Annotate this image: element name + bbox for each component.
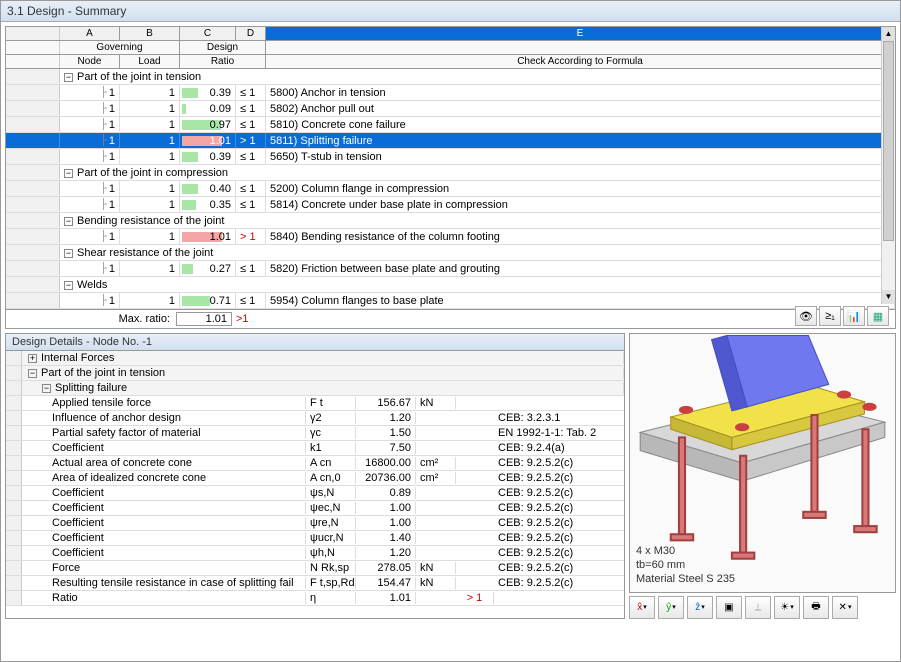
group-header-row: Governing Design [6,41,895,55]
col-c[interactable]: C [180,27,236,40]
details-row[interactable]: Area of idealized concrete coneA cn,0207… [6,471,624,486]
section-header[interactable]: −Welds [6,277,895,293]
details-row[interactable]: ForceN Rk,sp278.05kNCEB: 9.2.5.2(c) [6,561,624,576]
column-letter-header: A B C D E [6,27,895,41]
axis-x-icon[interactable]: x̂▾ [629,596,655,619]
sub-ratio: Ratio [180,55,266,68]
details-row[interactable]: Coefficientψs,N0.89CEB: 9.2.5.2(c) [6,486,624,501]
export-icon[interactable]: ▦ [867,306,889,326]
section-header[interactable]: −Shear resistance of the joint [6,245,895,261]
viewer-thickness: tb=60 mm [636,558,735,572]
section-header[interactable]: −Part of the joint in tension [6,69,895,85]
details-row[interactable]: Coefficientk17.50CEB: 9.2.4(a) [6,441,624,456]
iso-view-icon[interactable]: ▣ [716,596,742,619]
details-subgroup[interactable]: −Splitting failure [6,381,624,396]
data-row[interactable]: ├110.40≤ 15200) Column flange in compres… [6,181,895,197]
max-ratio-label: Max. ratio: [106,313,176,325]
viewer-3d[interactable]: 4 x M30 tb=60 mm Material Steel S 235 [629,333,896,593]
data-row[interactable]: ├110.27≤ 15820) Friction between base pl… [6,261,895,277]
group-formula-spacer [266,41,895,54]
max-ratio-row: Max. ratio: 1.01 >1 👁 ≥₁ 📊 ▦ [6,309,895,328]
data-row[interactable]: ├111.01> 15840) Bending resistance of th… [6,229,895,245]
details-group[interactable]: +Internal Forces [6,351,624,366]
sub-node: Node [60,55,120,68]
viewer-material: Material Steel S 235 [636,572,735,586]
section-header[interactable]: −Part of the joint in compression [6,165,895,181]
details-row[interactable]: Resulting tensile resistance in case of … [6,576,624,591]
sub-header-row: Node Load Ratio Check According to Formu… [6,55,895,69]
details-title: Design Details - Node No. -1 [6,334,624,351]
print-icon[interactable]: 🖶 [803,596,829,619]
scroll-down-icon[interactable]: ▼ [882,290,895,304]
data-row[interactable]: ├110.39≤ 15800) Anchor in tension [6,85,895,101]
details-row[interactable]: Partial safety factor of materialγc1.50E… [6,426,624,441]
group-design: Design [180,41,266,54]
details-row[interactable]: Ratioη1.01> 1 [6,591,624,606]
details-row[interactable]: Coefficientψre,N1.00CEB: 9.2.5.2(c) [6,516,624,531]
chart-icon[interactable]: 📊 [843,306,865,326]
grid-body[interactable]: −Part of the joint in tension├110.39≤ 15… [6,69,895,309]
details-row[interactable]: Influence of anchor designγ21.20CEB: 3.2… [6,411,624,426]
max-ratio-cmp: >1 [232,313,262,325]
viewer-bolts: 4 x M30 [636,544,735,558]
viewer-toolbar: x̂▾ ŷ▾ ẑ▾ ▣ ⟂ ☀▾ 🖶 ✕▾ [629,596,896,619]
scroll-thumb[interactable] [883,41,894,241]
details-row[interactable]: Coefficientψh,N1.20CEB: 9.2.5.2(c) [6,546,624,561]
filter-icon[interactable]: ≥₁ [819,306,841,326]
sub-load: Load [120,55,180,68]
data-row[interactable]: ├110.09≤ 15802) Anchor pull out [6,101,895,117]
axis-y-icon[interactable]: ŷ▾ [658,596,684,619]
scroll-up-icon[interactable]: ▲ [882,27,895,41]
data-row[interactable]: ├110.39≤ 15650) T-stub in tension [6,149,895,165]
viewer-info: 4 x M30 tb=60 mm Material Steel S 235 [636,544,735,586]
details-group[interactable]: −Part of the joint in tension [6,366,624,381]
group-governing: Governing [60,41,180,54]
viewer-column: 4 x M30 tb=60 mm Material Steel S 235 x̂… [629,333,896,619]
dimension-icon[interactable]: ⟂ [745,596,771,619]
details-body[interactable]: +Internal Forces−Part of the joint in te… [6,351,624,606]
tools-icon[interactable]: ✕▾ [832,596,858,619]
data-row[interactable]: ├110.35≤ 15814) Concrete under base plat… [6,197,895,213]
summary-grid: A B C D E Governing Design Node Load Rat… [5,26,896,329]
col-a[interactable]: A [60,27,120,40]
display-options-icon[interactable]: ☀▾ [774,596,800,619]
sub-formula: Check According to Formula [266,55,895,68]
col-b[interactable]: B [120,27,180,40]
details-row[interactable]: Actual area of concrete coneA cn16800.00… [6,456,624,471]
details-row[interactable]: Coefficientψec,N1.00CEB: 9.2.5.2(c) [6,501,624,516]
vertical-scrollbar[interactable]: ▲ ▼ [881,27,895,304]
section-header[interactable]: −Bending resistance of the joint [6,213,895,229]
grid-toolbar: 👁 ≥₁ 📊 ▦ [795,306,889,326]
data-row[interactable]: ├111.01> 15811) Splitting failure [6,133,895,149]
data-row[interactable]: ├110.97≤ 15810) Concrete cone failure [6,117,895,133]
data-row[interactable]: ├110.71≤ 15954) Column flanges to base p… [6,293,895,309]
details-panel: Design Details - Node No. -1 +Internal F… [5,333,625,619]
max-ratio-value: 1.01 [176,312,232,326]
axis-z-icon[interactable]: ẑ▾ [687,596,713,619]
details-row[interactable]: Coefficientψucr,N1.40CEB: 9.2.5.2(c) [6,531,624,546]
window-title: 3.1 Design - Summary [1,1,900,22]
details-row[interactable]: Applied tensile forceF t156.67kN [6,396,624,411]
col-e[interactable]: E [266,27,895,40]
eye-icon[interactable]: 👁 [795,306,817,326]
col-d[interactable]: D [236,27,266,40]
